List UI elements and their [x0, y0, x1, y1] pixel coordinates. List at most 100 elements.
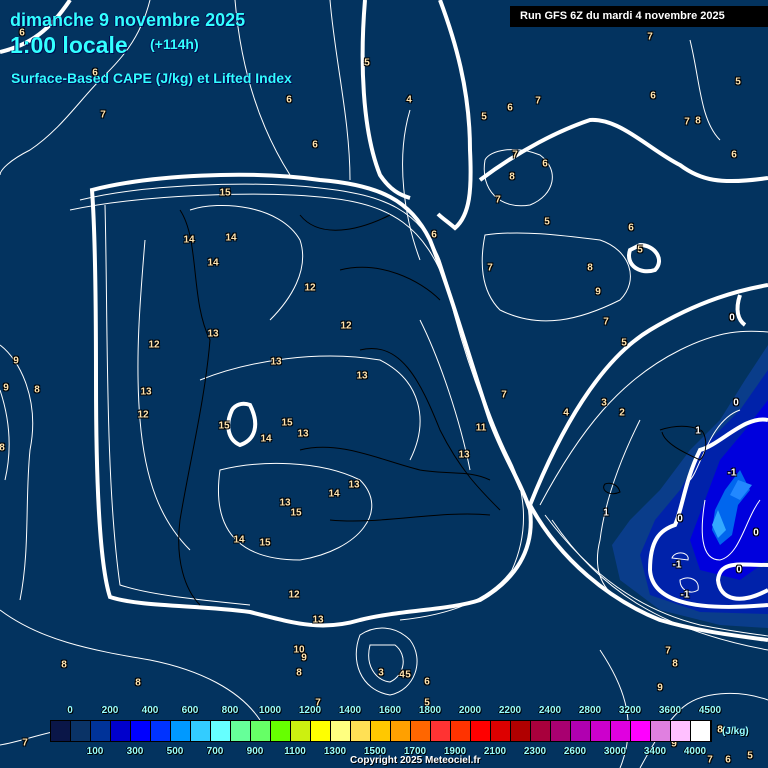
- color-scale-swatch: [231, 721, 251, 741]
- scale-label-top: 1800: [418, 705, 442, 716]
- scale-label-bottom: 900: [246, 746, 264, 757]
- color-scale-swatch: [391, 721, 411, 741]
- contour-label: 6: [312, 139, 318, 151]
- color-scale-swatch: [331, 721, 351, 741]
- forecast-time: 1:00 locale: [10, 32, 128, 58]
- contour-label: 14: [233, 534, 245, 546]
- contour-label: 9: [13, 355, 19, 367]
- copyright: Copyright 2025 Meteociel.fr: [350, 755, 481, 766]
- contour-label: 15: [219, 187, 231, 199]
- contour-label: 5: [735, 76, 741, 88]
- contour-label: 7: [495, 194, 501, 206]
- contour-label: 0: [729, 312, 735, 324]
- contour-label: 7: [22, 737, 28, 749]
- contour-label: 13: [270, 356, 282, 368]
- color-scale-swatch: [651, 721, 671, 741]
- forecast-date: dimanche 9 novembre 2025: [10, 10, 246, 30]
- contour-label: 9: [657, 682, 663, 694]
- contour-label: 12: [304, 282, 316, 294]
- scale-label-bottom: 2100: [483, 746, 507, 757]
- contour-label: 5: [637, 244, 643, 256]
- scale-label-top: 800: [221, 705, 239, 716]
- color-scale-swatch: [631, 721, 651, 741]
- contour-label: 6: [650, 90, 656, 102]
- cape-fill-area: [612, 345, 768, 628]
- scale-label-bottom: 700: [206, 746, 224, 757]
- scale-label-top: 2000: [458, 705, 482, 716]
- contour-label: 6: [424, 676, 430, 688]
- color-scale-swatch: [591, 721, 611, 741]
- contour-label: 13: [140, 386, 152, 398]
- color-scale-swatch: [411, 721, 431, 741]
- contour-label: 6: [19, 27, 25, 39]
- contour-label: 8: [672, 658, 678, 670]
- color-scale-swatch: [191, 721, 211, 741]
- scale-label-bottom: 500: [166, 746, 184, 757]
- contour-label: 14: [225, 232, 237, 244]
- contour-label: 7: [707, 754, 713, 766]
- color-scale-swatch: [571, 721, 591, 741]
- contour-label: 1: [695, 425, 701, 437]
- contour-label: 0: [677, 513, 683, 525]
- contour-label: 3: [378, 667, 384, 679]
- color-scale-swatch: [511, 721, 531, 741]
- contour-label: 0: [733, 397, 739, 409]
- scale-label-bottom: 3000: [603, 746, 627, 757]
- contour-label: 4: [406, 94, 412, 106]
- color-scale-swatch: [271, 721, 291, 741]
- scale-label-bottom: 300: [126, 746, 144, 757]
- contour-label: 11: [475, 422, 487, 434]
- contour-label: 9: [3, 382, 9, 394]
- scale-label-top: 3600: [658, 705, 682, 716]
- contour-label: 15: [290, 507, 302, 519]
- scale-label-top: 600: [181, 705, 199, 716]
- scale-label-top: 200: [101, 705, 119, 716]
- contour-label: 8: [695, 115, 701, 127]
- color-scale-swatch: [251, 721, 271, 741]
- color-scale-swatch: [311, 721, 331, 741]
- contour-label: 6: [731, 149, 737, 161]
- contour-label: 14: [328, 488, 340, 500]
- contour-label: 8: [296, 667, 302, 679]
- contour-label: 13: [207, 328, 219, 340]
- cape-map: [0, 0, 768, 768]
- scale-label-top: 1000: [258, 705, 282, 716]
- contour-label: 7: [535, 95, 541, 107]
- color-scale: [50, 720, 712, 742]
- color-scale-swatch: [531, 721, 551, 741]
- parameter-title: Surface-Based CAPE (J/kg) et Lifted Inde…: [11, 70, 292, 86]
- contour-label: 7: [512, 149, 518, 161]
- contour-label: 9: [595, 286, 601, 298]
- contour-label: 12: [340, 320, 352, 332]
- contour-label: 6: [725, 754, 731, 766]
- color-scale-swatch: [151, 721, 171, 741]
- contour-label: 5: [364, 57, 370, 69]
- color-scale-swatch: [351, 721, 371, 741]
- color-scale-swatch: [431, 721, 451, 741]
- color-scale-swatch: [611, 721, 631, 741]
- color-scale-swatch: [691, 721, 711, 741]
- scale-label-top: 1400: [338, 705, 362, 716]
- contour-label: 0: [753, 527, 759, 539]
- color-scale-swatch: [51, 721, 71, 741]
- contour-label: 7: [603, 316, 609, 328]
- contour-label: 5: [405, 669, 411, 681]
- contour-label: 12: [288, 589, 300, 601]
- contour-label: -1: [672, 559, 682, 571]
- contour-label: 13: [458, 449, 470, 461]
- contour-label: 8: [61, 659, 67, 671]
- scale-label-bottom: 100: [86, 746, 104, 757]
- contour-label: 7: [647, 31, 653, 43]
- contour-label: 14: [260, 433, 272, 445]
- forecast-lead-time: (+114h): [150, 36, 199, 52]
- color-scale-swatch: [171, 721, 191, 741]
- contour-label: 15: [259, 537, 271, 549]
- contour-label: 7: [487, 262, 493, 274]
- contour-label: 15: [218, 420, 230, 432]
- color-scale-swatch: [131, 721, 151, 741]
- contour-label: 2: [619, 407, 625, 419]
- contour-label: 4: [399, 669, 405, 681]
- color-scale-swatch: [91, 721, 111, 741]
- color-scale-swatch: [211, 721, 231, 741]
- color-scale-swatch: [671, 721, 691, 741]
